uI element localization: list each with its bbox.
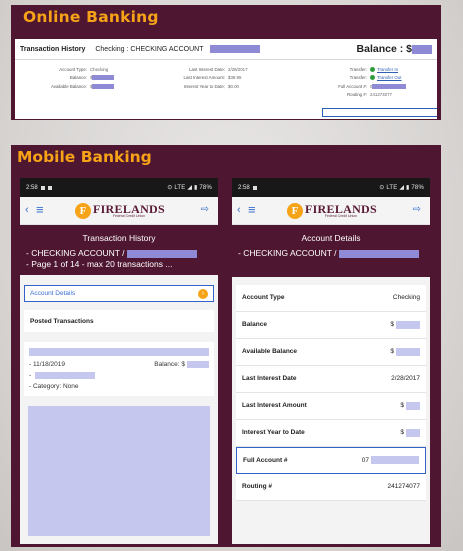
redacted-account-number (338, 249, 419, 258)
summary-column-3: Transfer: Transfer In Transfer: Transfer… (325, 65, 407, 99)
redacted-account-number (209, 45, 260, 53)
summary-column-1: Account Type: Checking Balance: $ Availa… (29, 65, 115, 91)
summary-row: Routing #: 241274077 (346, 92, 392, 98)
redacted-description (29, 348, 209, 356)
app-bar: ‹ ≡ F FIRELANDS Federal Credit Union ⇨ (20, 197, 218, 225)
summary-row: Account Type: Checking (59, 66, 109, 72)
back-icon[interactable]: ‹ (25, 204, 29, 216)
firelands-logo: F FIRELANDS Federal Credit Union (75, 201, 165, 221)
summary-row: Full Account #: 0 (325, 82, 407, 91)
redacted-value (35, 372, 96, 379)
notification-icon (252, 185, 257, 190)
transfer-in-icon (370, 66, 375, 72)
detail-row-full-account: Full Account # 07 (236, 446, 426, 474)
back-icon[interactable]: ‹ (237, 204, 241, 216)
redacted-value (372, 83, 407, 89)
mobile-banking-panel: Mobile Banking 2:58 ⊙ LTE ◢ ▮ 78% ‹ ≡ F … (11, 145, 441, 547)
online-banking-screenshot: Transaction History Checking : CHECKING … (15, 39, 437, 119)
detail-row-interest-ytd: Interest Year to Date $ (236, 419, 426, 447)
transfer-in-link[interactable]: Transfer In (377, 67, 398, 72)
summary-row: Transfer: Transfer In (349, 66, 399, 72)
app-bar: ‹ ≡ F FIRELANDS Federal Credit Union ⇨ (232, 197, 430, 225)
redacted-value (406, 401, 420, 410)
transaction-balance: Balance: $ (154, 361, 185, 368)
page-info-line: - Page 1 of 14 - max 20 transactions ... (26, 258, 173, 269)
transfer-out-icon (370, 75, 375, 81)
account-line: - CHECKING ACCOUNT / (238, 248, 337, 258)
status-indicators: ⊙ LTE ◢ ▮ 78% (167, 185, 212, 191)
full-account-highlight (322, 108, 437, 117)
detail-row-last-interest-date: Last Interest Date 2/28/2017 (236, 365, 426, 393)
mobile-banking-title: Mobile Banking (17, 148, 152, 166)
account-header: Transaction History Checking : CHECKING … (15, 39, 437, 60)
status-bar: 2:58 ⊙ LTE ◢ ▮ 78% (20, 178, 218, 197)
account-summary: Account Type: Checking Balance: $ Availa… (15, 60, 437, 119)
logo-badge-icon: F (287, 203, 303, 219)
transaction-date: - 11/18/2019 (29, 361, 66, 368)
balance-label: Balance : $ (356, 43, 412, 55)
hamburger-menu-icon[interactable]: ≡ (248, 203, 256, 216)
account-line: - CHECKING ACCOUNT / (26, 248, 125, 258)
transaction-history-heading: Transaction History (20, 45, 86, 53)
logo-badge-icon: F (75, 203, 91, 219)
redacted-value (187, 361, 209, 368)
page-title: Transaction History (82, 233, 156, 243)
page-header: Transaction History - CHECKING ACCOUNT /… (20, 225, 218, 275)
transaction-item[interactable]: - 11/18/2019 Balance: $ - - Category: No… (24, 342, 214, 396)
page-header: Account Details - CHECKING ACCOUNT / (232, 225, 430, 277)
firelands-logo: F FIRELANDS Federal Credit Union (287, 201, 377, 221)
summary-row: Interest Year to Date: $0.00 (183, 83, 239, 89)
detail-row-routing: Routing # 241274077 (236, 473, 426, 501)
summary-row: Last Interest Date: 2/28/2017 (189, 66, 248, 72)
detail-row-available-balance: Available Balance $ (236, 338, 426, 366)
notification-icon (40, 185, 45, 190)
redacted-transactions-block (28, 406, 210, 536)
transaction-category: - Category: None (29, 383, 79, 390)
redacted-value (92, 75, 115, 81)
account-details-button[interactable]: Account Details › (24, 285, 214, 302)
detail-row-balance: Balance $ (236, 311, 426, 339)
status-time: 2:58 (238, 184, 250, 191)
detail-row-last-interest-amount: Last Interest Amount $ (236, 392, 426, 420)
summary-row: Available Balance: $ (29, 82, 115, 91)
redacted-account-number (371, 456, 419, 464)
status-time: 2:58 (26, 184, 38, 191)
summary-row: Transfer: Transfer Out (349, 75, 402, 81)
transfer-out-link[interactable]: Transfer Out (377, 75, 401, 80)
hamburger-menu-icon[interactable]: ≡ (36, 203, 44, 216)
logout-icon[interactable]: ⇨ (413, 204, 421, 215)
status-indicators: ⊙ LTE ◢ ▮ 78% (379, 185, 424, 191)
redacted-account-number (126, 249, 197, 258)
redacted-value (406, 428, 420, 437)
summary-row: Last Interest Amount: $39.95 (183, 75, 242, 81)
chevron-right-icon: › (198, 288, 208, 299)
summary-column-2: Last Interest Date: 2/28/2017 Last Inter… (143, 65, 248, 91)
online-banking-panel: Online Banking Transaction History Check… (11, 5, 441, 120)
online-banking-title: Online Banking (23, 8, 159, 26)
redacted-value (396, 320, 420, 329)
status-bar: 2:58 ⊙ LTE ◢ ▮ 78% (232, 178, 430, 197)
summary-row: Balance: $ (29, 74, 115, 83)
posted-transactions-heading: Posted Transactions (24, 310, 214, 332)
account-name: Checking : CHECKING ACCOUNT (95, 45, 204, 53)
redacted-value (92, 83, 115, 89)
redacted-value (396, 347, 420, 356)
detail-row-account-type: Account Type Checking (236, 284, 426, 312)
phone-account-details: 2:58 ⊙ LTE ◢ ▮ 78% ‹ ≡ F FIRELANDS Feder… (232, 178, 430, 544)
logout-icon[interactable]: ⇨ (201, 204, 209, 215)
page-title: Account Details (301, 233, 361, 243)
phone-transaction-history: 2:58 ⊙ LTE ◢ ▮ 78% ‹ ≡ F FIRELANDS Feder… (20, 178, 218, 544)
notification-icon (47, 185, 52, 190)
redacted-balance (412, 44, 432, 54)
